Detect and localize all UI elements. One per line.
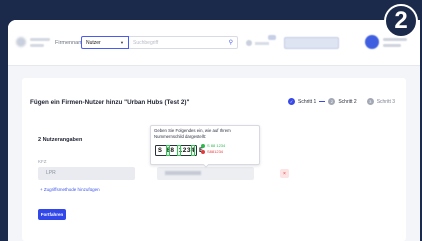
error-icon <box>201 150 205 154</box>
step-3-circle: 3 <box>366 98 374 105</box>
add-access-method-link[interactable]: + Zugriffsmethode hinzufügen <box>40 187 100 192</box>
delete-row-button[interactable]: × <box>280 169 289 178</box>
step-3-label: Schritt 3 <box>376 98 396 105</box>
search-icon[interactable]: ⚲ <box>229 39 233 46</box>
search-type-value: Nutzer <box>86 39 101 46</box>
example-wrong: S881234 <box>201 149 225 155</box>
logo-text-redacted <box>30 37 50 47</box>
plate-space-marker <box>177 145 181 156</box>
step-1-check-icon: ✓ <box>288 98 295 105</box>
tutorial-step-badge: 2 <box>384 4 418 38</box>
search-placeholder: Suchbegriff <box>133 39 159 46</box>
step-2-label: Schritt 2 <box>338 98 357 105</box>
notification-text-redacted <box>255 42 269 45</box>
search-input[interactable]: Suchbegriff ⚲ <box>129 36 238 49</box>
plate-space-marker <box>191 145 195 156</box>
avatar[interactable] <box>365 35 379 49</box>
license-plate-input[interactable] <box>157 167 254 180</box>
company-switcher-redacted[interactable] <box>284 37 339 49</box>
company-logo <box>16 32 54 52</box>
plate-space-marker <box>166 145 170 156</box>
page-title: Fügen ein Firmen-Nutzer hinzu "Urban Hub… <box>30 99 190 106</box>
notification-icon[interactable] <box>246 40 252 46</box>
app-window: Firmenname Nutzer ▼ Suchbegriff ⚲ Fügen … <box>8 20 420 241</box>
plate-examples: S 88 1234 S881234 <box>201 143 225 155</box>
access-method-input[interactable]: LPR <box>38 167 135 180</box>
step-indicator: ✓ Schritt 1 2 Schritt 2 3 Schritt 3 <box>288 98 395 105</box>
step-connector <box>319 101 326 102</box>
check-icon <box>201 144 205 148</box>
chevron-down-icon: ▼ <box>120 40 124 45</box>
tooltip-text: Geben Sie Folgendes ein, wie auf Ihrem N… <box>154 128 231 139</box>
plate-value-redacted <box>165 171 201 175</box>
step-1-label: Schritt 1 <box>298 98 317 105</box>
field-label-kfz: KFZ <box>38 159 47 164</box>
plate-format-tooltip: Geben Sie Folgendes ein, wie auf Ihrem N… <box>150 125 260 165</box>
notification-badge <box>268 35 276 40</box>
section-title: 2 Nutzerangaben <box>38 137 83 143</box>
continue-button[interactable]: Fortfahren <box>38 209 66 220</box>
top-navigation-bar: Firmenname Nutzer ▼ Suchbegriff ⚲ <box>8 20 420 66</box>
step-2-circle: 2 <box>328 98 336 105</box>
notifications-area[interactable] <box>244 34 280 52</box>
user-name-redacted[interactable] <box>383 38 407 47</box>
search-type-select[interactable]: Nutzer ▼ <box>81 36 129 49</box>
x-icon: × <box>283 170 286 177</box>
logo-mark <box>16 37 26 47</box>
